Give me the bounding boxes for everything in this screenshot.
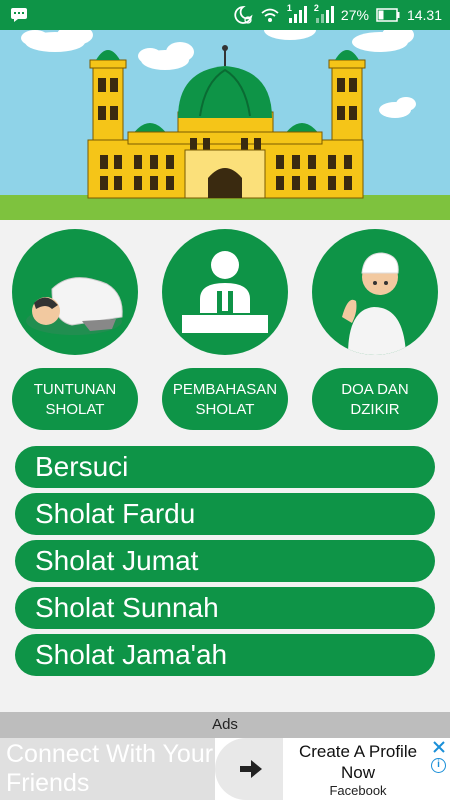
arrow-right-icon [240, 760, 262, 778]
menu-item-sholat-fardu[interactable]: Sholat Fardu [15, 493, 435, 535]
ad-close-icon[interactable] [432, 740, 446, 754]
mosque-illustration [0, 30, 450, 220]
signal-sim2-icon: 2 [313, 3, 334, 24]
pembahasan-sholat-button[interactable]: PEMBAHASAN SHOLAT [162, 368, 288, 430]
ad-banner[interactable]: Connect With Your Friends Create A Profi… [0, 738, 450, 800]
menu-item-sholat-jamaah[interactable]: Sholat Jama'ah [15, 634, 435, 676]
doa-dzikir-button[interactable]: DOA DAN DZIKIR [312, 368, 438, 430]
tuntunan-sholat-button[interactable]: TUNTUNAN SHOLAT [12, 368, 138, 430]
menu-item-sholat-sunnah[interactable]: Sholat Sunnah [15, 587, 435, 629]
mosque-banner [0, 30, 450, 220]
ad-cta-text[interactable]: Create A Profile Now [283, 738, 433, 783]
prostrating-man-icon [26, 277, 123, 335]
ad-arrow-button[interactable] [215, 738, 283, 800]
sim2-label: 2 [313, 3, 319, 13]
status-bar: 1 2 27% 14.31 [0, 0, 450, 30]
battery-percent: 27% [340, 7, 369, 23]
ads-header: Ads [0, 712, 450, 738]
speaker-podium-icon [182, 251, 268, 333]
praying-boy-icon [342, 252, 406, 355]
ad-source: Facebook [329, 783, 387, 798]
menu-item-sholat-jumat[interactable]: Sholat Jumat [15, 540, 435, 582]
do-not-disturb-moon-icon [233, 5, 253, 25]
signal-sim1-icon: 1 [286, 3, 307, 24]
pembahasan-sholat-circle[interactable] [162, 229, 288, 355]
ad-info-icon[interactable]: i [431, 758, 446, 773]
doa-dzikir-circle[interactable] [312, 229, 438, 355]
wifi-icon [260, 6, 280, 24]
battery-icon [376, 8, 400, 22]
sim1-label: 1 [286, 3, 292, 13]
ad-cta-block[interactable]: Create A Profile Now Facebook [283, 738, 433, 798]
clock: 14.31 [406, 7, 442, 23]
tuntunan-sholat-circle[interactable] [12, 229, 138, 355]
menu-item-bersuci[interactable]: Bersuci [15, 446, 435, 488]
ad-left-text[interactable]: Connect With Your Friends [0, 738, 215, 800]
chat-notification-icon [10, 7, 28, 26]
